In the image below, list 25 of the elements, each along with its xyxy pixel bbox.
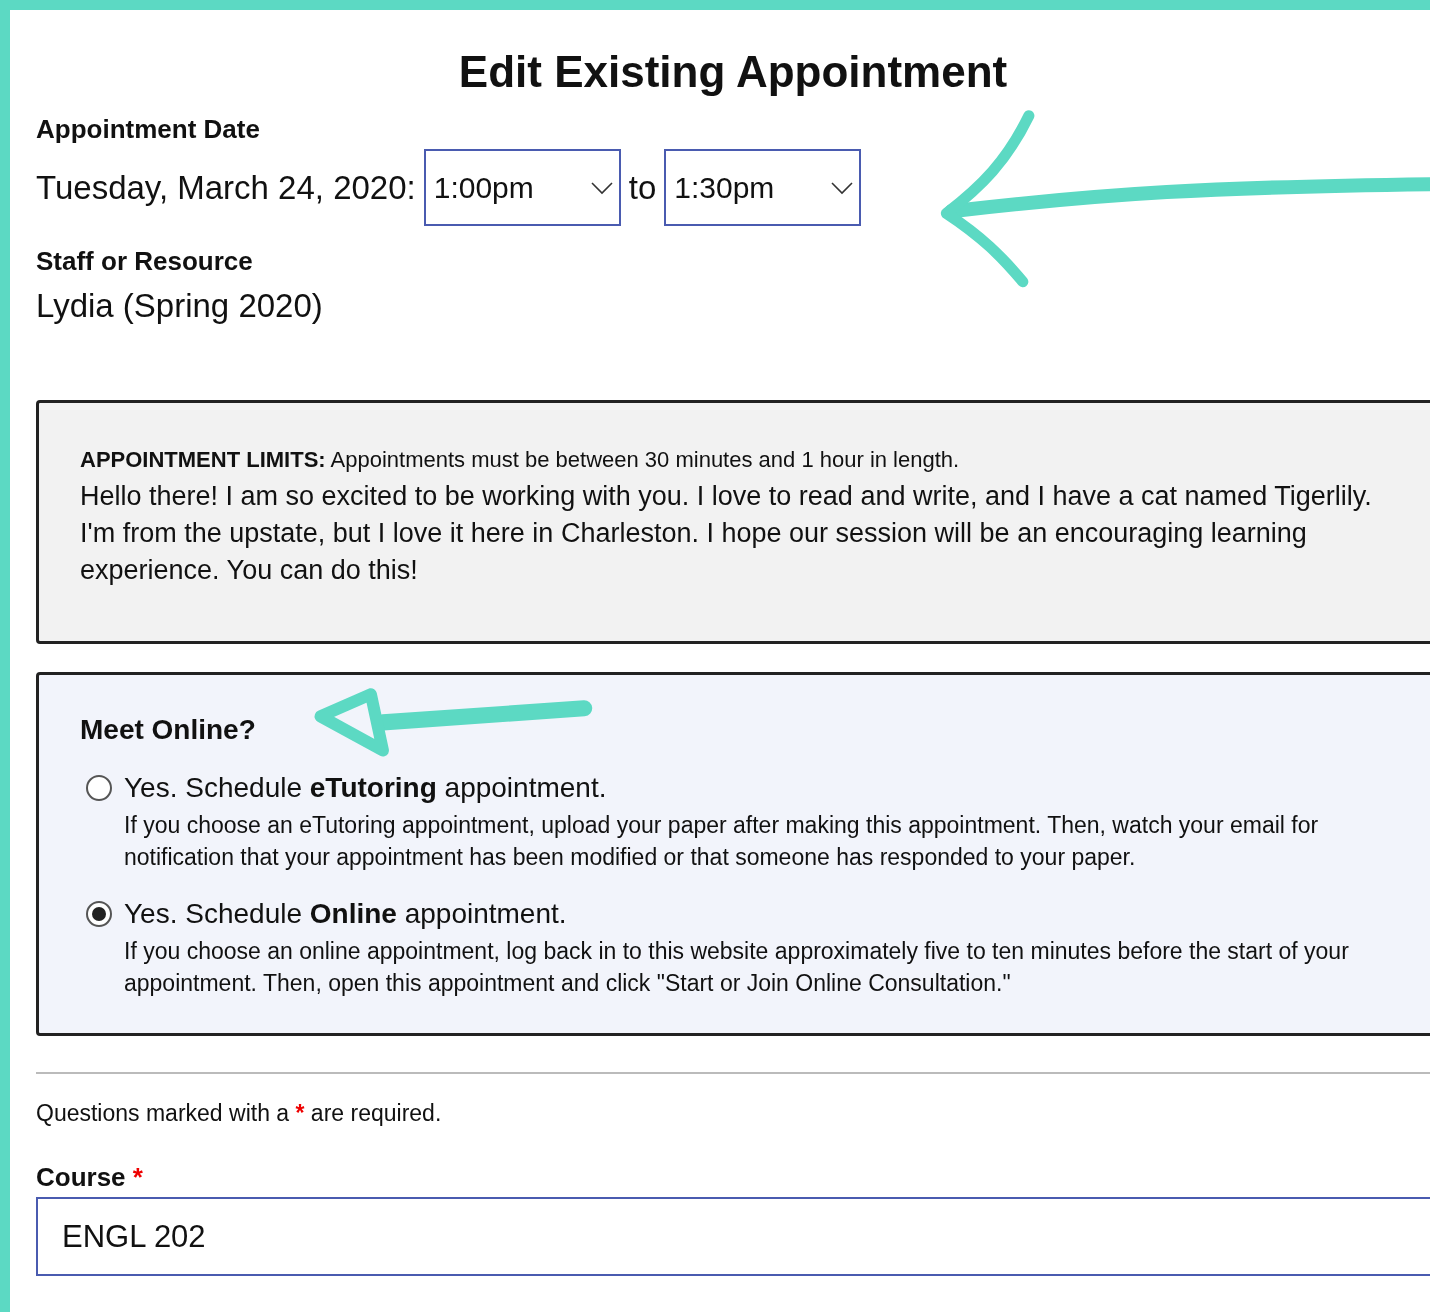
option-description: If you choose an eTutoring appointment, upload your paper after making this appointment. Then, watch your email for notification that your appointment has been modified or that someone has responded to your paper. xyxy=(124,810,1320,872)
section-heading: Meet Online? xyxy=(80,712,256,747)
course-field[interactable]: ENGL 202 xyxy=(36,1197,1430,1277)
chevron-icon xyxy=(590,180,613,195)
required-mark: * xyxy=(132,1162,143,1193)
chevron-icon xyxy=(831,180,854,195)
radio-button[interactable] xyxy=(86,900,112,927)
option-label[interactable]: Yes. Schedule Online appointment. xyxy=(124,892,567,935)
note-text: are required. xyxy=(310,1099,442,1126)
option-description: If you choose an online appointment, log back in to this website approximately five to ten minutes before the start of your appointment. Then, open this appointment and click "Start or Join Online Consultation." xyxy=(124,936,1350,998)
field-label: Appointment Date xyxy=(36,113,261,147)
limits-text: APPOINTMENT LIMITS: Appointments must be between 30 minutes and 1 hour in length. xyxy=(80,445,961,474)
bio-text: Hello there! I am so excited to be working with you. I love to read and write, and I have a cat named Tigerlily. I'm from the upstate, but I love it here in Charleston. I hope our session will be an encouraging learning experience. You can do this! xyxy=(80,479,1373,587)
field-label: Course xyxy=(36,1162,126,1193)
note-text: Questions marked with a xyxy=(36,1099,290,1126)
time-select[interactable]: 1:00pm xyxy=(423,149,621,227)
option-label[interactable]: Yes. Schedule eTutoring appointment. xyxy=(124,766,607,809)
separator-text: to xyxy=(628,168,657,209)
time-select[interactable]: 1:30pm xyxy=(664,149,862,227)
date-text: Tuesday, March 24, 2020: xyxy=(36,168,416,209)
radio-button[interactable] xyxy=(86,774,112,801)
staff-name: Lydia (Spring 2020) xyxy=(36,286,324,327)
required-mark: * xyxy=(295,1099,305,1126)
page-title: Edit Existing Appointment xyxy=(457,48,1009,97)
field-label: Staff or Resource xyxy=(36,245,254,279)
